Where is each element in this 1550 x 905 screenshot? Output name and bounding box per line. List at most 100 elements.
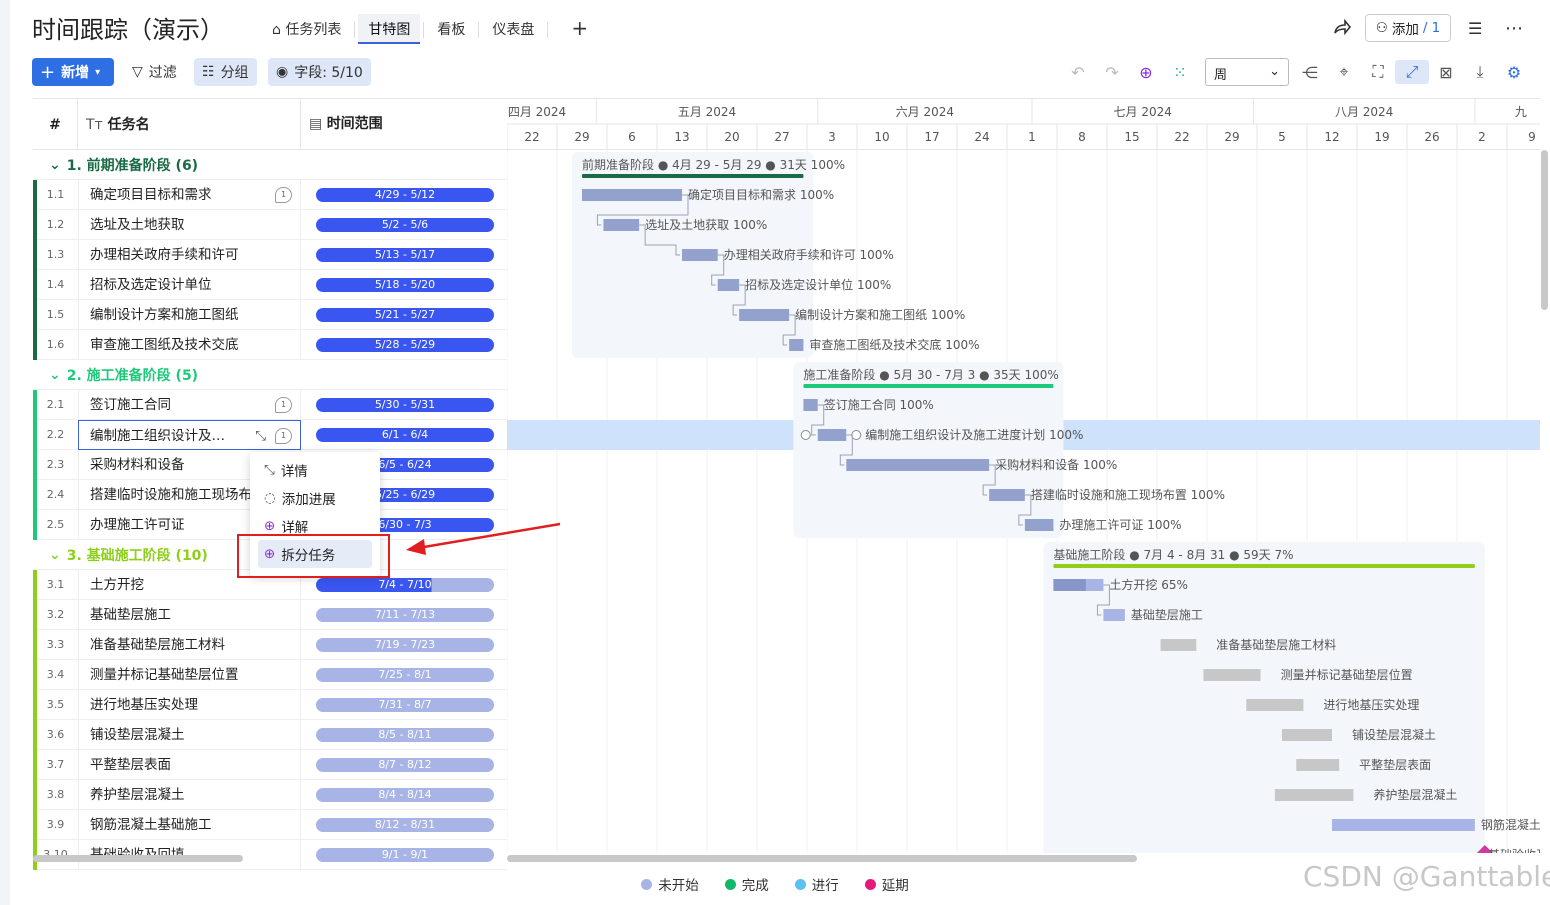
- table-row[interactable]: 3.3 准备基础垫层施工材料 7/19 - 7/23: [33, 629, 507, 660]
- menu-item-add-progress[interactable]: ◌ 添加进展: [250, 484, 380, 512]
- share-icon[interactable]: [1332, 14, 1352, 42]
- settings-list-icon[interactable]: ☰: [1468, 14, 1482, 42]
- chevron-down-icon[interactable]: ⌄: [49, 157, 61, 173]
- filter-button[interactable]: ▽ 过滤: [124, 58, 185, 86]
- tab-kanban[interactable]: 看板: [427, 14, 475, 44]
- table-row[interactable]: 3.8 养护垫层混凝土 8/4 - 8/14: [33, 779, 507, 810]
- date-range-pill[interactable]: 7/31 - 8/7: [316, 697, 494, 712]
- task-bar[interactable]: [603, 219, 640, 231]
- comment-icon[interactable]: 1: [275, 427, 292, 444]
- task-name-cell[interactable]: 审查施工图纸及技术交底: [78, 329, 301, 360]
- grid-horizontal-scrollbar[interactable]: [33, 855, 243, 862]
- date-range-pill[interactable]: 5/13 - 5/17: [316, 247, 494, 262]
- date-range-pill[interactable]: 8/7 - 8/12: [316, 757, 494, 772]
- table-row[interactable]: 3.9 钢筋混凝土基础施工 8/12 - 8/31: [33, 809, 507, 840]
- task-bar[interactable]: [739, 309, 790, 321]
- task-bar[interactable]: [717, 279, 740, 291]
- task-name-cell[interactable]: 进行地基压实处理: [78, 689, 301, 720]
- gantt-horizontal-scrollbar[interactable]: [507, 855, 1137, 862]
- task-bar[interactable]: [1246, 699, 1304, 711]
- date-range-pill[interactable]: 5/30 - 5/31: [316, 397, 494, 412]
- date-range-pill[interactable]: 5/2 - 5/6: [316, 217, 494, 232]
- date-range-pill[interactable]: 7/25 - 8/1: [316, 667, 494, 682]
- date-range-pill[interactable]: 5/28 - 5/29: [316, 337, 494, 352]
- task-name-cell[interactable]: 平整垫层表面: [78, 749, 301, 780]
- task-bar[interactable]: [1103, 609, 1125, 621]
- date-range-pill[interactable]: 4/29 - 5/12: [316, 187, 494, 202]
- new-button[interactable]: + 新增 ▾: [32, 58, 114, 86]
- table-row[interactable]: 1.4 招标及选定设计单位 5/18 - 5/20: [33, 269, 507, 300]
- task-bar[interactable]: [1282, 729, 1332, 741]
- fit-icon[interactable]: ⛶: [1361, 62, 1395, 82]
- task-bar[interactable]: [1332, 819, 1475, 831]
- task-bar[interactable]: [817, 429, 847, 441]
- date-range-pill[interactable]: 7/4 - 7/10: [316, 577, 494, 592]
- split-icon[interactable]: ⊕: [1129, 63, 1163, 82]
- date-range-pill[interactable]: 8/5 - 8/11: [316, 727, 494, 742]
- tab-task-list[interactable]: ⌂ 任务列表: [262, 14, 351, 44]
- more-icon[interactable]: ⋯: [1505, 14, 1523, 42]
- chevron-down-icon[interactable]: ⌄: [49, 367, 61, 383]
- critical-path-icon[interactable]: ⁙: [1163, 63, 1197, 82]
- task-bar[interactable]: [1296, 759, 1340, 771]
- chevron-down-icon[interactable]: ⌄: [49, 547, 61, 563]
- task-bar[interactable]: [682, 249, 718, 261]
- task-bar[interactable]: [1024, 519, 1054, 531]
- group-summary-bar[interactable]: [582, 174, 804, 178]
- comment-icon[interactable]: 1: [275, 396, 292, 413]
- table-row[interactable]: 3.2 基础垫层施工 7/11 - 7/13: [33, 599, 507, 630]
- link-handle-start[interactable]: [800, 430, 811, 440]
- task-name-cell[interactable]: 钢筋混凝土基础施工: [78, 809, 301, 840]
- group-row[interactable]: ⌄ 1. 前期准备阶段 (6): [33, 150, 507, 180]
- task-name-cell[interactable]: 办理相关政府手续和许可: [78, 239, 301, 270]
- table-row[interactable]: 1.5 编制设计方案和施工图纸 5/21 - 5/27: [33, 299, 507, 330]
- date-range-pill[interactable]: 9/1 - 9/1: [316, 847, 494, 862]
- table-row[interactable]: 3.4 测量并标记基础垫层位置 7/25 - 8/1: [33, 659, 507, 690]
- fullscreen-icon[interactable]: ⤢: [1395, 60, 1429, 84]
- task-bar[interactable]: [989, 489, 1025, 501]
- group-summary-bar[interactable]: [803, 384, 1054, 388]
- date-range-pill[interactable]: 6/1 - 6/4: [316, 427, 494, 442]
- table-row[interactable]: 3.7 平整垫层表面 8/7 - 8/12: [33, 749, 507, 780]
- task-bar[interactable]: [1160, 639, 1197, 651]
- table-row[interactable]: 3.6 铺设垫层混凝土 8/5 - 8/11: [33, 719, 507, 750]
- date-range-pill[interactable]: 5/18 - 5/20: [316, 277, 494, 292]
- group-button[interactable]: ☷ 分组: [194, 58, 257, 86]
- task-name-cell[interactable]: 编制设计方案和施工图纸: [78, 299, 301, 330]
- task-name-cell[interactable]: 编制施工组织设计及… 1 ⤡: [78, 419, 301, 450]
- redo-icon[interactable]: ↷: [1095, 63, 1129, 82]
- column-name-header[interactable]: Tт 任务名: [78, 99, 301, 149]
- task-bar[interactable]: [582, 189, 682, 201]
- task-name-cell[interactable]: 确定项目目标和需求 1: [78, 179, 301, 210]
- date-range-pill[interactable]: 8/4 - 8/14: [316, 787, 494, 802]
- undo-icon[interactable]: ↶: [1061, 63, 1095, 82]
- group-row[interactable]: ⌄ 2. 施工准备阶段 (5): [33, 360, 507, 390]
- column-number-header[interactable]: #: [33, 99, 78, 149]
- task-name-cell[interactable]: 铺设垫层混凝土: [78, 719, 301, 750]
- task-bar[interactable]: [1203, 669, 1261, 681]
- task-name-cell[interactable]: 招标及选定设计单位: [78, 269, 301, 300]
- timescale-select[interactable]: 周 ⌄: [1205, 58, 1289, 86]
- date-range-pill[interactable]: 5/21 - 5/27: [316, 307, 494, 322]
- task-name-cell[interactable]: 选址及土地获取: [78, 209, 301, 240]
- table-row[interactable]: 3.5 进行地基压实处理 7/31 - 8/7: [33, 689, 507, 720]
- table-row[interactable]: 1.1 确定项目目标和需求 1 4/29 - 5/12: [33, 179, 507, 210]
- task-name-cell[interactable]: 测量并标记基础垫层位置: [78, 659, 301, 690]
- task-bar[interactable]: [846, 459, 990, 471]
- table-row[interactable]: 1.6 审查施工图纸及技术交底 5/28 - 5/29: [33, 329, 507, 360]
- download-icon[interactable]: ⤓: [1463, 62, 1497, 82]
- add-member-button[interactable]: ⚇ 添加 / 1: [1365, 14, 1451, 42]
- link-handle-end[interactable]: [851, 430, 862, 440]
- group-summary-bar[interactable]: [1053, 564, 1475, 568]
- locate-icon[interactable]: ⌖: [1327, 62, 1361, 82]
- date-range-pill[interactable]: 7/11 - 7/13: [316, 607, 494, 622]
- task-bar[interactable]: [803, 399, 818, 411]
- comment-icon[interactable]: 1: [275, 186, 292, 203]
- table-row[interactable]: 1.3 办理相关政府手续和许可 5/13 - 5/17: [33, 239, 507, 270]
- date-range-pill[interactable]: 7/19 - 7/23: [316, 637, 494, 652]
- task-name-cell[interactable]: 准备基础垫层施工材料: [78, 629, 301, 660]
- date-range-pill[interactable]: 8/12 - 8/31: [316, 817, 494, 832]
- table-row[interactable]: 2.2 编制施工组织设计及… 1 ⤡ 6/1 - 6/4: [33, 419, 507, 450]
- table-row[interactable]: 2.1 签订施工合同 1 5/30 - 5/31: [33, 389, 507, 420]
- expand-icon[interactable]: ⤡: [255, 421, 266, 449]
